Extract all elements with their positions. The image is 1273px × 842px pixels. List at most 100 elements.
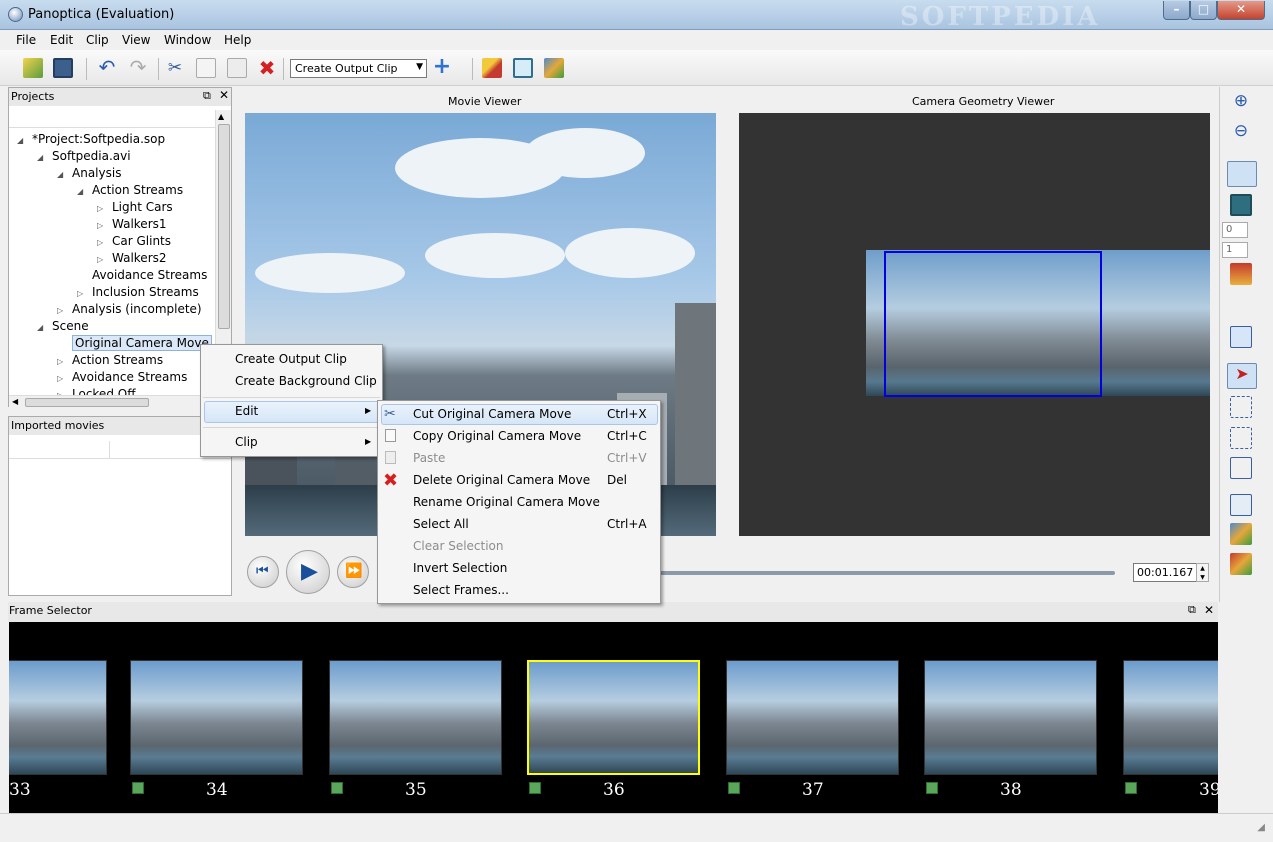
close-icon[interactable]: ✕	[1204, 603, 1214, 617]
menu-help[interactable]: Help	[224, 33, 251, 47]
undo-icon[interactable]: ↶	[97, 57, 117, 78]
clip-type-select[interactable]: Create Output Clip ▼	[290, 59, 427, 78]
frame-edit-icon[interactable]	[926, 782, 938, 794]
scroll-up-icon[interactable]: ▲	[218, 112, 224, 121]
scroll-thumb[interactable]	[218, 124, 230, 329]
film-delete-icon[interactable]	[1230, 553, 1252, 575]
h-scroll-thumb[interactable]	[25, 398, 149, 407]
menu-window[interactable]: Window	[164, 33, 211, 47]
skip-forward-button[interactable]: ⏩	[337, 556, 369, 588]
frame-thumbnail[interactable]	[130, 660, 303, 775]
move-frame-icon[interactable]	[1230, 396, 1252, 418]
skip-back-button[interactable]: ⏮	[247, 556, 279, 588]
copy-original-camera-move[interactable]: Copy Original Camera Move	[413, 429, 581, 443]
tree-horizontal-scrollbar[interactable]: ◀	[9, 395, 215, 409]
copy-icon[interactable]	[196, 58, 216, 78]
tree-item[interactable]: ◢ Action Streams	[77, 183, 183, 197]
frame-thumbnail[interactable]	[1123, 660, 1218, 775]
select-frames[interactable]: Select Frames...	[413, 583, 509, 597]
context-create-output-clip[interactable]: Create Output Clip	[235, 352, 347, 366]
tree-item[interactable]: ▷ Light Cars	[97, 200, 173, 214]
timeline-slider[interactable]	[660, 571, 1115, 575]
tree-item[interactable]: ▷ Analysis (incomplete)	[57, 302, 202, 316]
expanded-arrow-icon[interactable]: ◢	[17, 136, 32, 145]
select-region-icon[interactable]	[1230, 326, 1252, 348]
frame-thumbnail[interactable]	[527, 660, 700, 775]
frame-range-icon[interactable]	[1230, 494, 1252, 516]
menu-file[interactable]: File	[16, 33, 36, 47]
frame-edit-icon[interactable]	[1125, 782, 1137, 794]
select-all[interactable]: Select All	[413, 517, 469, 531]
tree-item[interactable]: Original Camera Move	[57, 335, 212, 351]
camera-geometry-viewer[interactable]	[739, 113, 1210, 536]
project-tree[interactable]: ◢ *Project:Softpedia.sop ◢ Softpedia.avi ◢ An…	[9, 129, 215, 395]
float-icon[interactable]: ⧉	[1188, 603, 1196, 617]
scale-frame-icon[interactable]	[1230, 457, 1252, 479]
spinner-2[interactable]: 1	[1222, 242, 1248, 258]
resize-grip-icon[interactable]: ◢	[1257, 822, 1265, 833]
film-strip-icon[interactable]	[1230, 194, 1252, 216]
frame-thumbnail[interactable]	[924, 660, 1097, 775]
delete-original-camera-move[interactable]: Delete Original Camera Move	[413, 473, 590, 487]
open-icon[interactable]	[23, 58, 43, 78]
paste-icon[interactable]	[227, 58, 247, 78]
context-edit[interactable]: Edit	[235, 404, 258, 418]
minimize-button[interactable]: –	[1163, 1, 1190, 20]
collapsed-arrow-icon[interactable]: ▷	[57, 374, 72, 383]
menu-edit[interactable]: Edit	[50, 33, 73, 47]
menu-view[interactable]: View	[122, 33, 150, 47]
tree-item[interactable]: ◢ Scene	[37, 319, 89, 333]
frame-thumbnail[interactable]	[726, 660, 899, 775]
timecode-stepper[interactable]: ▲ ▼	[1196, 563, 1209, 582]
timecode-field[interactable]: 00:01.167	[1133, 563, 1197, 582]
close-window-button[interactable]: ✕	[1217, 1, 1265, 20]
collapsed-arrow-icon[interactable]: ▷	[97, 238, 112, 247]
tree-item[interactable]: ◢ Softpedia.avi	[37, 149, 131, 163]
cut-icon[interactable]: ✂	[165, 58, 185, 78]
close-icon[interactable]: ✕	[219, 88, 229, 102]
tree-item[interactable]: ◢ *Project:Softpedia.sop	[17, 132, 165, 146]
tree-item[interactable]: ▷Locked Off	[57, 387, 135, 395]
delete-icon[interactable]: ✖	[257, 58, 277, 78]
zoom-in-icon[interactable]: ⊕	[1230, 91, 1252, 113]
frame-edit-icon[interactable]	[529, 782, 541, 794]
invert-selection[interactable]: Invert Selection	[413, 561, 507, 575]
maximize-button[interactable]: □	[1190, 1, 1217, 20]
collapsed-arrow-icon[interactable]: ▷	[57, 306, 72, 315]
clock-icon[interactable]	[513, 58, 533, 78]
collapsed-arrow-icon[interactable]: ▷	[77, 289, 92, 298]
collapsed-arrow-icon[interactable]: ▷	[97, 221, 112, 230]
expanded-arrow-icon[interactable]: ◢	[77, 187, 92, 196]
pointer-icon[interactable]: ➤	[1227, 363, 1257, 389]
cut-original-camera-move[interactable]: Cut Original Camera Move	[413, 407, 571, 421]
add-icon[interactable]: +	[432, 56, 452, 78]
float-icon[interactable]: ⧉	[203, 89, 211, 103]
context-create-background-clip[interactable]: Create Background Clip	[235, 374, 377, 388]
rename-original-camera-move[interactable]: Rename Original Camera Move	[413, 495, 600, 509]
tree-item[interactable]: ▷ Action Streams	[57, 353, 163, 367]
clear-selection[interactable]: Clear Selection	[413, 539, 504, 553]
portrait-icon[interactable]	[1230, 263, 1252, 285]
menu-clip[interactable]: Clip	[86, 33, 109, 47]
camera-frame-box[interactable]	[884, 251, 1102, 397]
rotate-frame-icon[interactable]	[1230, 427, 1252, 449]
tree-item[interactable]: ▷ Inclusion Streams	[77, 285, 199, 299]
context-clip[interactable]: Clip	[235, 435, 258, 449]
tree-item[interactable]: ▷ Walkers1	[97, 217, 167, 231]
play-button[interactable]: ▶	[286, 550, 330, 594]
collapsed-arrow-icon[interactable]: ▷	[57, 357, 72, 366]
save-icon[interactable]	[53, 58, 73, 78]
camera-view-icon[interactable]	[1227, 161, 1257, 187]
tree-item[interactable]: ◢ Analysis	[57, 166, 121, 180]
paste[interactable]: Paste	[413, 451, 445, 465]
collapsed-arrow-icon[interactable]: ▷	[97, 204, 112, 213]
frame-edit-icon[interactable]	[132, 782, 144, 794]
tree-item[interactable]: ▷ Avoidance Streams	[57, 370, 187, 384]
frame-thumbnail[interactable]	[9, 660, 107, 775]
tree-item[interactable]: ▷ Car Glints	[97, 234, 171, 248]
tree-item[interactable]: Avoidance Streams	[77, 268, 207, 282]
tree-item[interactable]: ▷ Walkers2	[97, 251, 167, 265]
expanded-arrow-icon[interactable]: ◢	[37, 323, 52, 332]
frame-edit-icon[interactable]	[331, 782, 343, 794]
zoom-out-icon[interactable]: ⊖	[1230, 121, 1252, 143]
